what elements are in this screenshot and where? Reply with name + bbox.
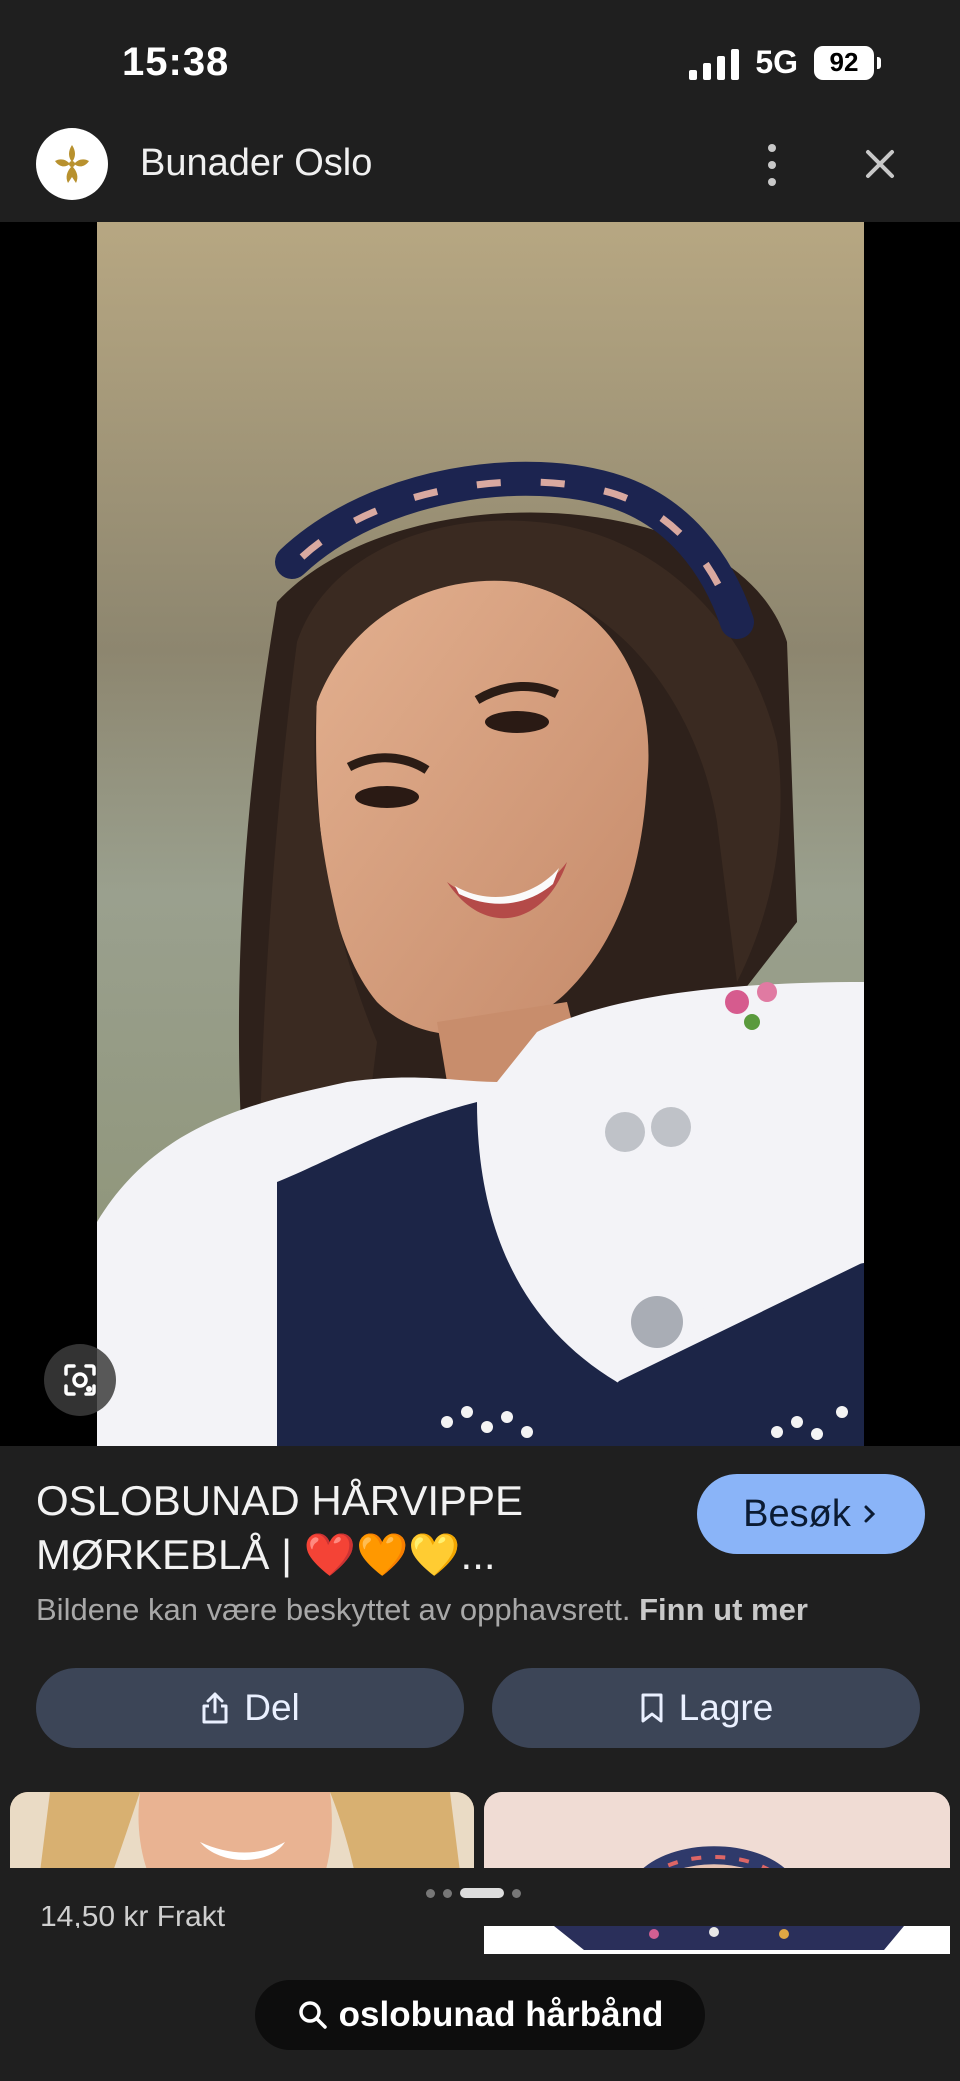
close-icon[interactable] — [858, 142, 902, 186]
network-type: 5G — [755, 44, 798, 80]
related-result-2-peek[interactable] — [484, 1926, 950, 1954]
chevron-right-icon — [864, 1505, 875, 1523]
status-indicators: 5G 92 — [689, 44, 881, 81]
share-icon — [202, 1692, 228, 1724]
site-name[interactable]: Bunader Oslo — [140, 142, 372, 185]
copyright-notice: Bildene kan være beskyttet av opphavsret… — [36, 1592, 808, 1628]
status-time: 15:38 — [122, 40, 230, 84]
search-query: oslobunad hårbånd — [338, 1995, 664, 2034]
visit-button-label: Besøk — [743, 1492, 851, 1535]
save-button-label: Lagre — [678, 1687, 774, 1728]
result-title[interactable]: OSLOBUNAD HÅRVIPPE MØRKEBLÅ | ❤️🧡💛... — [36, 1474, 656, 1582]
google-lens-icon[interactable] — [44, 1344, 116, 1416]
site-logo[interactable] — [36, 128, 108, 200]
share-button[interactable]: Del — [36, 1668, 464, 1748]
search-icon — [298, 2001, 327, 2029]
battery-level: 92 — [829, 47, 859, 77]
visit-button[interactable]: Besøk — [697, 1474, 925, 1554]
result-title-line1: OSLOBUNAD HÅRVIPPE — [36, 1477, 524, 1524]
learn-more-link[interactable]: Finn ut mer — [639, 1592, 808, 1627]
save-button[interactable]: Lagre — [492, 1668, 920, 1748]
page-indicator — [426, 1888, 521, 1898]
search-query-pill[interactable]: oslobunad hårbånd — [255, 1980, 705, 2050]
result-title-line2: MØRKEBLÅ | ❤️🧡💛... — [36, 1531, 496, 1578]
more-options-icon[interactable] — [752, 140, 792, 190]
copyright-text: Bildene kan være beskyttet av opphavsret… — [36, 1592, 631, 1627]
bookmark-icon — [641, 1693, 663, 1723]
battery-icon: 92 — [814, 45, 881, 80]
result-image[interactable] — [97, 222, 864, 1446]
share-button-label: Del — [244, 1687, 300, 1728]
bunader-oslo-logo-icon — [55, 145, 89, 183]
related-result-1-price: 14,50 kr Frakt — [40, 1906, 226, 1928]
signal-icon — [689, 46, 740, 80]
